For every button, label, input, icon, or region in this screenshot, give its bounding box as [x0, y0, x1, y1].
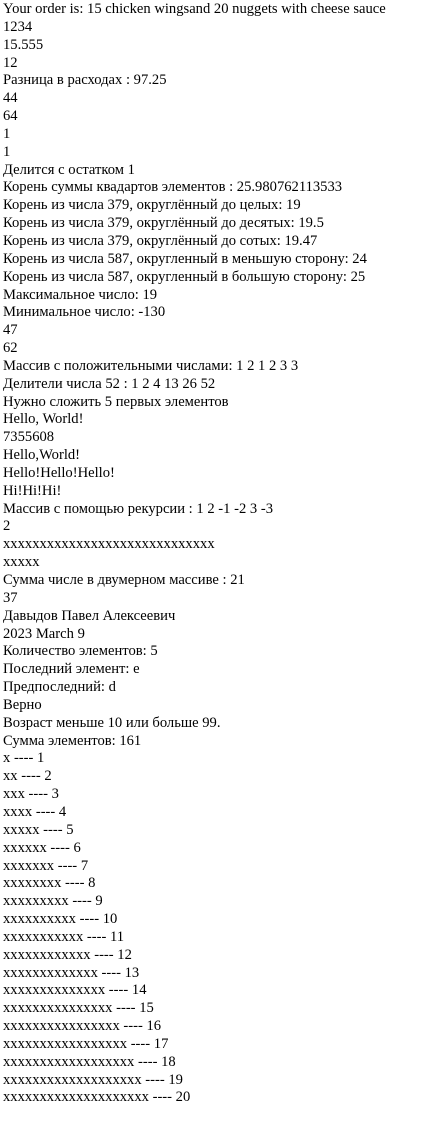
output-line: Минимальное число: -130 [3, 304, 166, 321]
output-line: x ---- 1 [3, 750, 45, 767]
output-line: 1234 [3, 18, 33, 35]
output-line: Разница в расходах : 97.25 [3, 72, 167, 89]
output-line: 12 [3, 54, 18, 71]
output-line: Давыдов Павел Алексеевич [3, 607, 176, 624]
output-line: xxxxx ---- 5 [3, 821, 74, 838]
output-line: Корень из числа 379, округлённый до соты… [3, 232, 318, 249]
output-line: 44 [3, 90, 18, 107]
output-line: Массив с положительными числами: 1 2 1 2… [3, 357, 299, 374]
output-line: xxxxxxxxxxxxxx ---- 14 [3, 982, 147, 999]
output-line: Массив с помощью рекурсии : 1 2 -1 -2 3 … [3, 500, 273, 517]
output-line: xxxxxxxxxxxxxxxxxxx ---- 19 [3, 1071, 183, 1088]
output-line: Hello,World! [3, 447, 81, 464]
output-line: Сумма элементов: 161 [3, 732, 142, 749]
output-line: Your order is: 15 chicken wingsand 20 nu… [3, 1, 386, 17]
output-line: 2 [3, 518, 11, 535]
output-line: xxxxxxxxxxxx ---- 12 [3, 946, 132, 963]
output-line: xxxxxxxx ---- 8 [3, 875, 96, 892]
output-line: xxxxxxxxxxxxxxxxx ---- 17 [3, 1035, 169, 1052]
output-line: xxxxxxxxxxx ---- 11 [3, 928, 125, 945]
output-line: 15.555 [3, 36, 44, 53]
output-line: Корень из числа 379, округлённый до деся… [3, 215, 324, 232]
output-line: Корень из числа 587, округленный в больш… [3, 268, 366, 285]
output-line: 37 [3, 589, 18, 606]
output-line: 7355608 [3, 429, 55, 446]
output-line: Корень суммы квадартов элементов : 25.98… [3, 179, 343, 196]
output-line: Предпоследний: d [3, 679, 116, 696]
output-line: xxxxxxxxxxxxxxxxxx ---- 18 [3, 1053, 176, 1070]
output-line: xxxxxxxxxxxxxxxxxxxxxxxxxxxxx [3, 536, 215, 553]
output-line: 1 [3, 143, 11, 160]
output-line: Делители числа 52 : 1 2 4 13 26 52 [3, 375, 216, 392]
output-line: Делится с остатком 1 [3, 161, 135, 178]
output-line: 62 [3, 340, 18, 357]
output-line: xxxxxxxxxxxxx ---- 13 [3, 964, 140, 981]
output-line: Нужно сложить 5 первых элементов [3, 393, 229, 410]
output-line: Возраст меньше 10 или больше 99. [3, 714, 221, 731]
output-line: xxxxxxx ---- 7 [3, 857, 89, 874]
output-line: xxxxx [3, 554, 40, 571]
output-line: xxxxxxxxx ---- 9 [3, 893, 103, 910]
output-line: 2023 March 9 [3, 625, 85, 642]
output-page: Your order is: 15 chicken wingsand 20 nu… [0, 0, 438, 1107]
output-line: Сумма числе в двумерном массиве : 21 [3, 572, 245, 588]
output-line: xxxx ---- 4 [3, 803, 67, 820]
output-line: 1 [3, 125, 11, 142]
output-line: Hi!Hi!Hi! [3, 482, 62, 499]
output-line: xxxxxxxxxxxxxxx ---- 15 [3, 1000, 154, 1017]
output-line: Корень из числа 587, округленный в меньш… [3, 250, 367, 267]
output-line: 64 [3, 108, 18, 125]
output-line: xxxxxxxxxxxxxxxxxxxx ---- 20 [3, 1089, 191, 1106]
output-line: Hello!Hello!Hello! [3, 464, 115, 481]
output-line: Максимальное число: 19 [3, 286, 158, 303]
output-line: Количество элементов: 5 [3, 643, 158, 660]
output-line: xxxxxxxxxxxxxxxx ---- 16 [3, 1018, 162, 1035]
output-line: xxx ---- 3 [3, 786, 59, 803]
output-line: xxxxxxxxxx ---- 10 [3, 911, 118, 928]
output-line: xx ---- 2 [3, 768, 52, 785]
output-line: Последний элемент: e [3, 661, 140, 678]
output-line: 47 [3, 322, 18, 339]
output-line: Корень из числа 379, округлённый до целы… [3, 197, 301, 214]
output-line: Hello, World! [3, 411, 84, 428]
output-line: Верно [3, 696, 42, 713]
output-line: xxxxxx ---- 6 [3, 839, 81, 856]
